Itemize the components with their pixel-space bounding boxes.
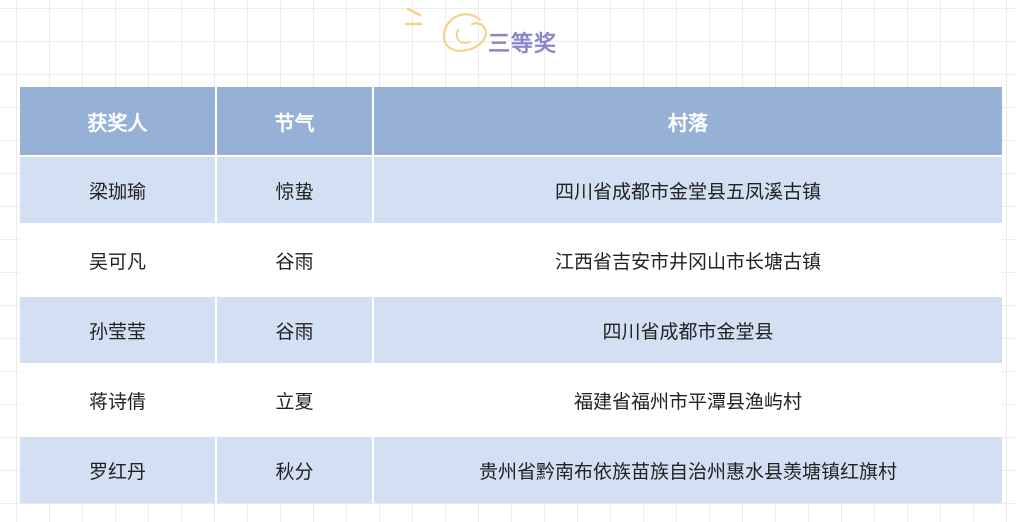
winner-cell: 孙莹莹 [20, 295, 217, 364]
winner-cell: 吴可凡 [20, 223, 217, 296]
solar-term-cell: 秋分 [216, 435, 374, 503]
table-row: 蒋诗倩 立夏 福建省福州市平潭县渔屿村 [20, 363, 1002, 436]
village-cell: 四川省成都市金堂县 [373, 295, 1002, 364]
village-cell: 江西省吉安市井冈山市长塘古镇 [373, 223, 1002, 296]
village-cell: 贵州省黔南布依族苗族自治州惠水县羡塘镇红旗村 [373, 435, 1002, 503]
table-row: 吴可凡 谷雨 江西省吉安市井冈山市长塘古镇 [20, 223, 1002, 296]
solar-term-cell: 立夏 [216, 363, 374, 436]
solar-term-cell: 谷雨 [216, 223, 374, 296]
awards-table: 获奖人 节气 村落 梁珈瑜 惊蛰 四川省成都市金堂县五凤溪古镇 吴可凡 谷雨 江… [20, 87, 1002, 503]
solar-term-cell: 谷雨 [216, 295, 374, 364]
village-cell: 福建省福州市平潭县渔屿村 [373, 363, 1002, 436]
table-row: 罗红丹 秋分 贵州省黔南布依族苗族自治州惠水县羡塘镇红旗村 [20, 435, 1002, 503]
solar-term-cell: 惊蛰 [216, 155, 374, 224]
column-header-solar-term: 节气 [216, 87, 374, 156]
table-row: 孙莹莹 谷雨 四川省成都市金堂县 [20, 295, 1002, 364]
winner-cell: 梁珈瑜 [20, 155, 217, 224]
winner-cell: 蒋诗倩 [20, 363, 217, 436]
swirl-doodle-icon [404, 7, 488, 52]
column-header-village: 村落 [373, 87, 1002, 156]
section-heading: 三等奖 [400, 6, 580, 58]
table-row: 梁珈瑜 惊蛰 四川省成都市金堂县五凤溪古镇 [20, 155, 1002, 224]
table-header-row: 获奖人 节气 村落 [20, 87, 1002, 156]
winner-cell: 罗红丹 [20, 435, 217, 503]
column-header-winner: 获奖人 [20, 87, 217, 156]
section-title: 三等奖 [488, 32, 558, 57]
village-cell: 四川省成都市金堂县五凤溪古镇 [373, 155, 1002, 224]
